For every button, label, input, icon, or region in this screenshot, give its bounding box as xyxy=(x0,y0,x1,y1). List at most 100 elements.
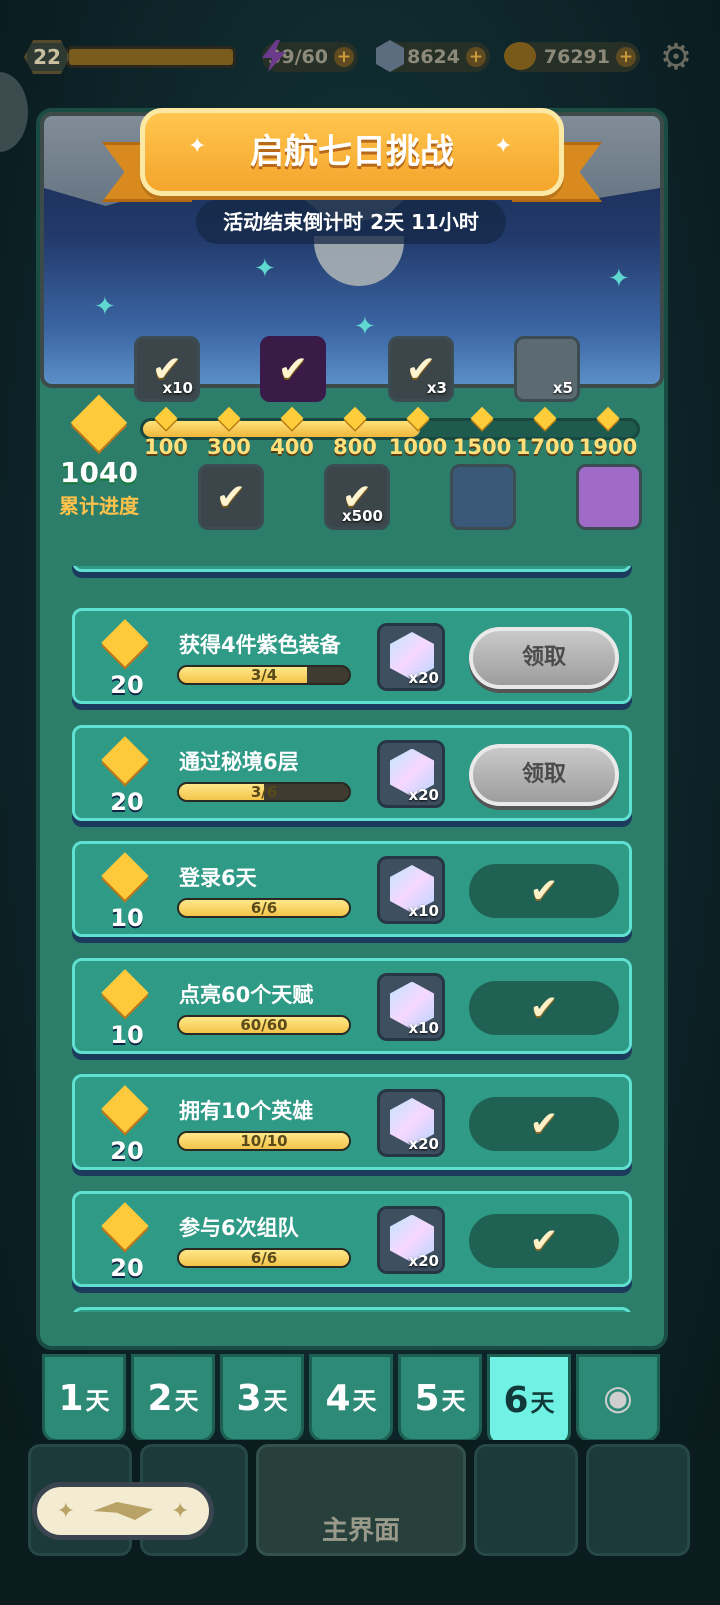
day-number: 3 xyxy=(236,1377,262,1419)
settings-gear-icon[interactable]: ⚙ xyxy=(656,38,696,78)
lightning-icon xyxy=(262,40,286,72)
ship-icon xyxy=(93,1502,153,1520)
milestone-reward-astronaut-hero[interactable] xyxy=(576,464,642,530)
milestone-reward-hero-shard[interactable]: ✔ xyxy=(198,464,264,530)
day-unit: 天 xyxy=(352,1386,377,1415)
milestone-reward-gear-item[interactable]: ✔ x3 xyxy=(388,336,454,402)
sparkle-icon: ✦ xyxy=(608,264,630,294)
task-points: 20 xyxy=(110,787,144,816)
day-number: 4 xyxy=(325,1377,351,1419)
nav-button-5[interactable] xyxy=(586,1444,690,1556)
task-gem-icon: ◆ xyxy=(101,950,149,1024)
task-points: 20 xyxy=(110,1137,144,1165)
lock-icon: ◉ xyxy=(603,1378,633,1418)
task-progress-text: 60/60 xyxy=(240,1015,288,1034)
xp-bar xyxy=(66,46,236,68)
task-progress-text: 10/10 xyxy=(240,1132,288,1150)
task-points: 10 xyxy=(110,904,144,932)
milestone-label: 1700 xyxy=(515,435,575,459)
reward-qty: x20 xyxy=(408,785,439,804)
task-row: ◆ 10 登录6天 6/6 x10 ✔ xyxy=(72,834,632,937)
task-progress-bar: 6/6 xyxy=(177,898,351,918)
task-reward-crystal[interactable]: x20 xyxy=(377,1205,445,1274)
day-number: 5 xyxy=(414,1377,440,1419)
gem-plus-button[interactable]: + xyxy=(466,47,486,67)
tab-day-6[interactable]: 6天 xyxy=(487,1354,571,1446)
task-name: 登录6天 xyxy=(179,866,257,890)
reward-qty: x20 xyxy=(408,1251,439,1270)
day-unit: 天 xyxy=(85,1386,110,1415)
milestone-gem-icon: ◆ xyxy=(470,399,494,434)
task-gem-icon: ◆ xyxy=(101,717,149,791)
task-progress-text: 6/6 xyxy=(250,1248,278,1267)
milestone-reward-scroll[interactable]: ✔ x10 xyxy=(134,336,200,402)
day-unit: 天 xyxy=(174,1386,199,1415)
coin-icon xyxy=(504,42,536,70)
reward-qty: x3 xyxy=(426,379,447,397)
tab-day-3[interactable]: 3天 xyxy=(220,1354,304,1442)
tab-day-5[interactable]: 5天 xyxy=(398,1354,482,1442)
nav-main-label: 主界面 xyxy=(321,1516,400,1546)
player-level: 22 xyxy=(24,40,70,74)
reward-qty: x5 xyxy=(552,379,573,397)
task-reward-crystal[interactable]: x20 xyxy=(377,739,445,808)
day-unit: 天 xyxy=(530,1388,555,1417)
task-row: ◆ 20 参与6次组队 6/6 x20 ✔ xyxy=(72,1187,632,1287)
completed-check-icon: ✔ xyxy=(469,1213,619,1268)
sparkle-icon: ✦ xyxy=(171,1498,190,1524)
sparkle-icon: ✦ xyxy=(94,292,116,322)
milestone-reward-crystal[interactable]: ✔ x500 xyxy=(324,464,390,530)
task-row: ◆ 10 点亮60个天赋 60/60 x10 ✔ xyxy=(72,950,632,1054)
task-progress-bar: 10/10 xyxy=(177,1131,351,1151)
nav-button-4[interactable] xyxy=(474,1444,578,1556)
total-progress-value: 1040 xyxy=(60,456,138,489)
day-unit: 天 xyxy=(441,1386,466,1415)
milestone-reward-purple-chest[interactable]: ✔ xyxy=(260,336,326,402)
milestone-reward-blue-scroll[interactable]: x5 xyxy=(514,336,580,402)
task-gem-icon: ◆ xyxy=(101,601,149,674)
task-progress-bar: 3/4 xyxy=(177,665,351,685)
energy-counter: 39/60 + xyxy=(262,40,358,72)
event-countdown: 活动结束倒计时 2天 11小时 xyxy=(196,200,506,244)
task-points: 20 xyxy=(110,1253,144,1282)
task-name: 点亮60个天赋 xyxy=(179,982,314,1007)
reward-qty: x10 xyxy=(162,379,193,397)
task-reward-crystal[interactable]: x20 xyxy=(377,623,445,691)
milestone-label: 1500 xyxy=(452,435,512,459)
task-progress-bar: 60/60 xyxy=(177,1014,351,1035)
milestone-gem-icon: ◆ xyxy=(533,399,557,434)
task-gem-icon: ◆ xyxy=(101,834,149,907)
gem-value: 8624 xyxy=(407,46,460,68)
task-row-partial: 20 xyxy=(72,566,632,572)
claim-button[interactable]: 领取 xyxy=(469,627,619,689)
reward-qty: x10 xyxy=(408,902,439,920)
tab-day-1[interactable]: 1天 xyxy=(42,1354,126,1442)
milestone-gem-icon: ◆ xyxy=(217,399,241,434)
top-resource-bar: 22 39/60 + 8624 + 76291 + ⚙ xyxy=(0,28,720,88)
task-progress-text: 6/6 xyxy=(250,899,278,917)
task-reward-crystal[interactable]: x10 xyxy=(377,972,445,1041)
gold-plus-button[interactable]: + xyxy=(616,47,636,67)
claim-button[interactable]: 领取 xyxy=(469,743,619,806)
back-pill-button[interactable]: ✦ ✦ xyxy=(32,1482,214,1540)
task-points: 20 xyxy=(110,671,144,699)
tab-day-locked[interactable]: ◉ xyxy=(576,1354,660,1442)
completed-check-icon: ✔ xyxy=(469,980,619,1035)
tab-day-4[interactable]: 4天 xyxy=(309,1354,393,1442)
tab-day-2[interactable]: 2天 xyxy=(131,1354,215,1442)
task-progress-bar: 6/6 xyxy=(177,1247,351,1268)
milestone-gem-icon: ◆ xyxy=(154,399,178,434)
event-title-ribbon: ✦ ✦ 启航七日挑战 xyxy=(102,102,602,202)
task-list[interactable]: 20 ◆20获得4件紫色装备3/4x20领取◆20通过秘境6层3/6x20领取◆… xyxy=(72,566,632,1312)
completed-check-icon: ✔ xyxy=(469,1097,619,1151)
day-number: 2 xyxy=(147,1377,173,1419)
milestone-label: 300 xyxy=(207,435,251,459)
task-row-partial xyxy=(72,1307,632,1312)
task-reward-crystal[interactable]: x20 xyxy=(377,1089,445,1157)
energy-plus-button[interactable]: + xyxy=(334,47,354,67)
task-row: ◆ 20 获得4件紫色装备 3/4 x20 领取 xyxy=(72,601,632,704)
task-row: ◆ 20 拥有10个英雄 10/10 x20 ✔ xyxy=(72,1071,632,1170)
task-reward-crystal[interactable]: x10 xyxy=(377,856,445,924)
milestone-reward-robot-hero[interactable] xyxy=(450,464,516,530)
task-points: 20 xyxy=(95,566,159,567)
